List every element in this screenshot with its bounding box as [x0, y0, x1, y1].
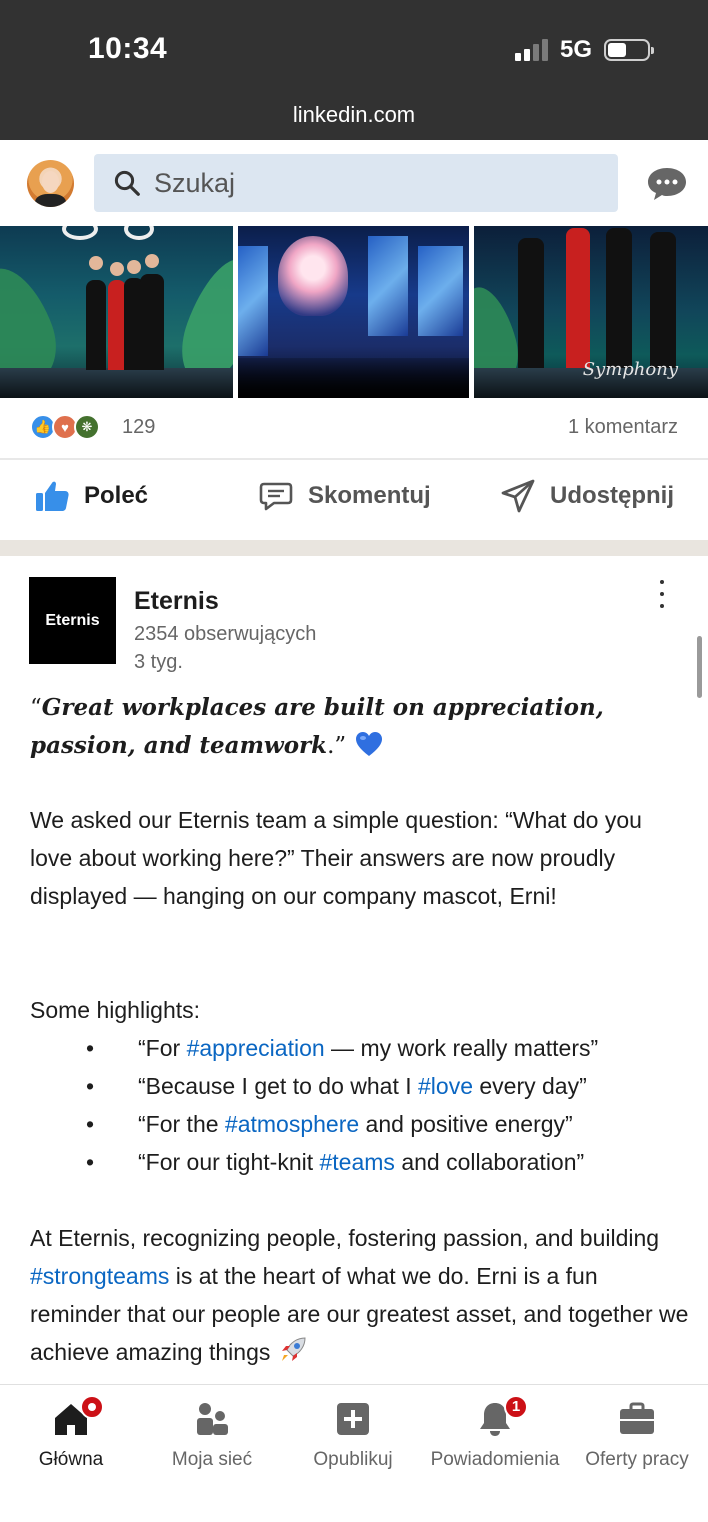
nav-post[interactable]: Opublikuj: [282, 1399, 424, 1471]
network-type: 5G: [559, 36, 592, 63]
search-placeholder: Szukaj: [154, 167, 236, 198]
quote-open: “: [30, 695, 42, 721]
nav-jobs[interactable]: Oferty pracy: [566, 1399, 708, 1471]
home-badge-dot: [80, 1395, 104, 1419]
nav-home-label: Główna: [38, 1449, 104, 1470]
scrollbar[interactable]: [697, 636, 702, 698]
highlights-label: Some highlights:: [30, 997, 201, 1023]
feed-post: Eternis Eternis 2354 obserwujących 3 tyg…: [0, 556, 708, 1384]
nav-my-network[interactable]: Moja sieć: [141, 1399, 283, 1471]
network-icon: [197, 1403, 228, 1435]
share-label: Udostępnij: [550, 482, 674, 509]
post-icon: [337, 1403, 369, 1435]
reaction-count[interactable]: 129: [122, 416, 155, 439]
nav-post-label: Opublikuj: [313, 1449, 393, 1470]
post-image-gallery[interactable]: Symphony: [0, 226, 708, 398]
quote-text: Great workplaces are built on appreciati…: [30, 694, 604, 759]
gallery-photo-3[interactable]: Symphony: [474, 226, 708, 398]
comment-icon: [259, 482, 293, 511]
signal-icon: [514, 39, 548, 61]
list-item: • “Because I get to do what I #love every…: [86, 1073, 587, 1099]
list-item: • “For our tight-knit #teams and collabor…: [86, 1149, 585, 1175]
comments-count[interactable]: 1 komentarz: [568, 416, 678, 439]
share-button[interactable]: Udostępnij: [500, 478, 674, 514]
nav-jobs-label: Oferty pracy: [585, 1449, 689, 1470]
company-logo[interactable]: Eternis: [29, 577, 116, 664]
more-options-icon[interactable]: [654, 580, 670, 608]
company-name[interactable]: Eternis: [134, 587, 219, 616]
company-followers: 2354 obserwujących: [134, 623, 317, 645]
rocket-icon: [281, 1337, 306, 1361]
feed-separator: [0, 540, 708, 556]
status-indicators: 5G: [514, 36, 654, 64]
post-paragraph-2: At Eternis, recognizing people, fosterin…: [30, 1225, 689, 1365]
like-button[interactable]: Poleć: [34, 478, 148, 514]
app-header: Szukaj: [0, 140, 708, 226]
support-reaction-icon: ❋: [74, 414, 100, 440]
list-item: • “For the #atmosphere and positive energ…: [86, 1111, 573, 1137]
briefcase-icon: [620, 1402, 654, 1434]
blue-heart-icon: [355, 732, 382, 756]
send-icon: [501, 479, 535, 513]
thumbs-up-icon: [36, 481, 69, 511]
gallery-photo-1[interactable]: [0, 226, 233, 398]
nav-my-network-label: Moja sieć: [171, 1449, 253, 1470]
search-icon: [114, 170, 140, 196]
post-time: 3 tyg.: [134, 651, 183, 673]
messaging-icon[interactable]: [646, 166, 688, 202]
list-item: • “For #appreciation — my work really mat…: [86, 1035, 599, 1061]
bottom-navigation: Główna Moja sieć Opublikuj 1 Powiadomien…: [0, 1384, 708, 1522]
comment-label: Skomentuj: [308, 482, 431, 509]
hashtag-link[interactable]: #teams: [320, 1149, 395, 1175]
status-bar: 10:34 5G linkedin.com: [0, 0, 708, 140]
reactions-bar: 👍 ♥ ❋ 129 1 komentarz: [0, 398, 708, 458]
like-label: Poleć: [84, 482, 149, 509]
address-bar-url[interactable]: linkedin.com: [0, 102, 708, 128]
post-paragraph-1: We asked our Eternis team a simple quest…: [30, 807, 642, 909]
notifications-badge: 1: [504, 1395, 528, 1419]
reaction-icons[interactable]: 👍 ♥ ❋: [30, 414, 100, 440]
battery-icon: [604, 39, 654, 61]
hashtag-link[interactable]: #love: [418, 1073, 473, 1099]
post-actions: Poleć Skomentuj Udostępnij: [0, 460, 708, 540]
nav-home[interactable]: Główna: [0, 1395, 142, 1471]
profile-avatar[interactable]: [27, 160, 74, 207]
highlights-list: • “For #appreciation — my work really mat…: [0, 1029, 708, 1181]
hashtag-link[interactable]: #atmosphere: [225, 1111, 359, 1137]
nav-notifications[interactable]: 1 Powiadomienia: [424, 1395, 566, 1471]
hashtag-link[interactable]: #strongteams: [30, 1263, 169, 1289]
event-logo-signature: Symphony: [582, 359, 678, 380]
gallery-photo-2[interactable]: [238, 226, 469, 398]
quote-close: .”: [327, 733, 347, 759]
nav-notifications-label: Powiadomienia: [430, 1449, 560, 1470]
company-logo-text: Eternis: [45, 611, 100, 629]
comment-button[interactable]: Skomentuj: [258, 478, 431, 514]
hashtag-link[interactable]: #appreciation: [187, 1035, 325, 1061]
status-time: 10:34: [88, 32, 168, 65]
post-quote: “Great workplaces are built on appreciat…: [30, 689, 680, 765]
search-bar[interactable]: Szukaj: [94, 154, 618, 212]
